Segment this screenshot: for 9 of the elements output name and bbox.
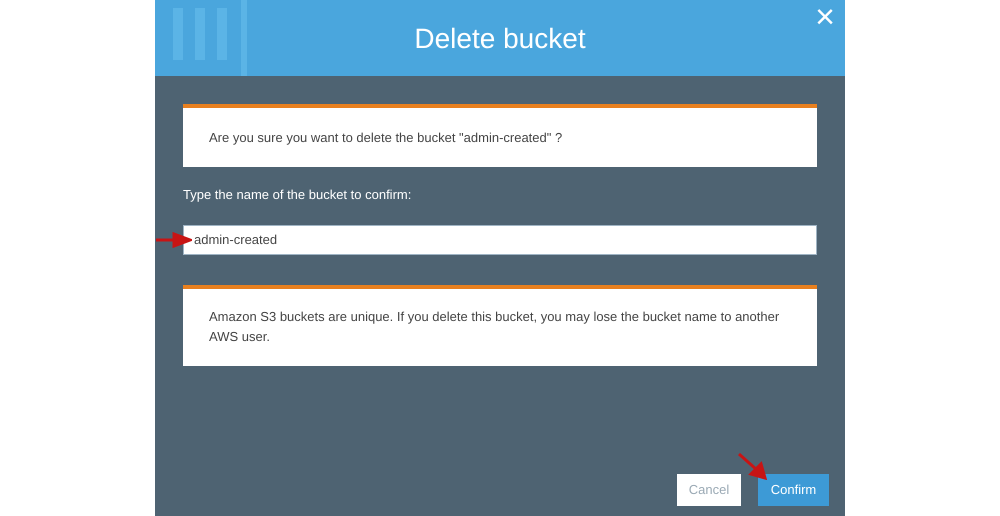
arrow-icon	[737, 452, 767, 480]
confirm-button[interactable]: Confirm	[758, 474, 829, 506]
bucket-name-field[interactable]: admin-created	[183, 224, 817, 254]
dialog-title: Delete bucket	[414, 22, 586, 56]
confirm-label: Type the name of the bucket to confirm:	[183, 186, 412, 204]
question-text: Are you sure you want to delete the bucket "admin-created" ?	[209, 128, 562, 147]
close-button[interactable]: ×	[815, 0, 835, 34]
cancel-button[interactable]: Cancel	[677, 474, 741, 506]
notice-text: Amazon S3 buckets are unique. If you delete this bucket, you may lose the bucket name to another AWS user.	[209, 308, 780, 346]
